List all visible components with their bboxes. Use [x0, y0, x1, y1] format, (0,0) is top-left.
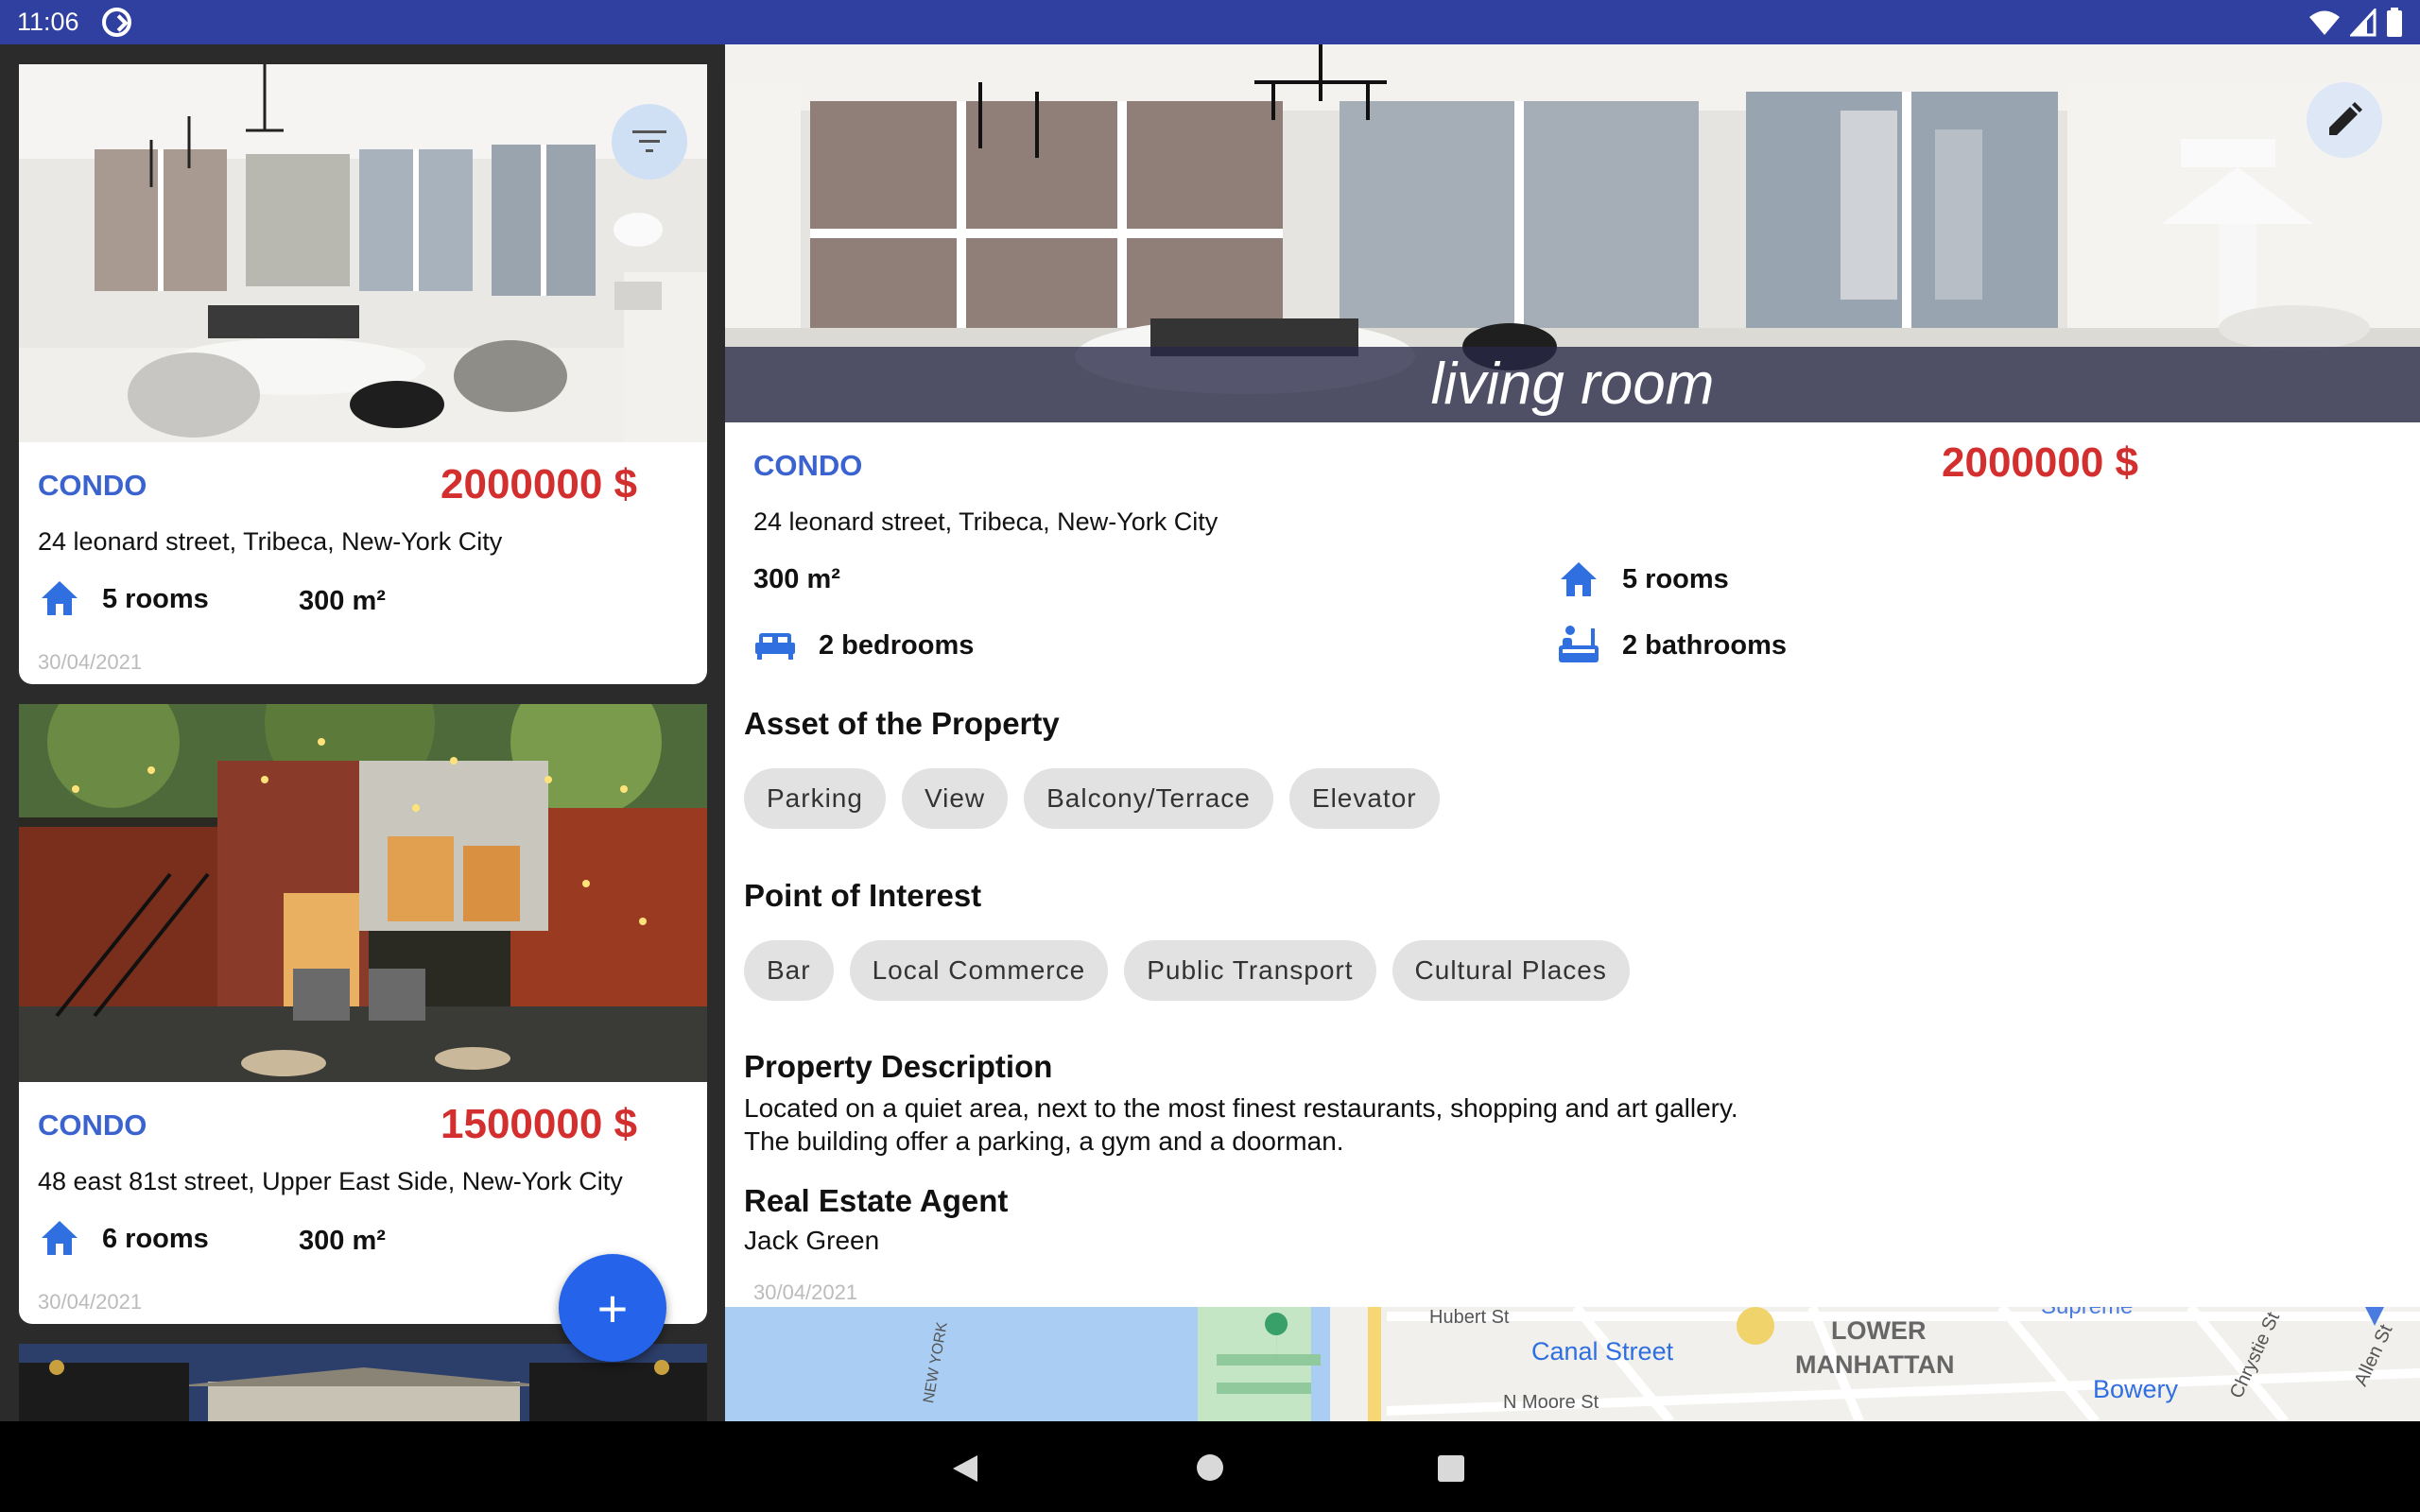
bathtub-icon: [1559, 626, 1599, 662]
property-address: 48 east 81st street, Upper East Side, Ne…: [38, 1167, 623, 1195]
wifi-icon: [2309, 10, 2340, 35]
detail-photo[interactable]: living room: [725, 44, 2420, 422]
detail-price: 2000000 $: [1942, 439, 2138, 486]
asset-chip[interactable]: Balcony/Terrace: [1024, 768, 1273, 829]
bed-icon: [755, 633, 795, 660]
filter-icon: [632, 130, 666, 152]
home-nav-icon[interactable]: [1196, 1453, 1224, 1482]
property-surface: 300 m²: [299, 1226, 386, 1256]
property-type: CONDO: [38, 469, 147, 502]
property-description: Located on a quiet area, next to the mos…: [744, 1091, 1738, 1158]
back-icon[interactable]: [951, 1453, 979, 1484]
property-card[interactable]: CONDO 1500000 $ 48 east 81st street, Upp…: [19, 704, 707, 1324]
description-title: Property Description: [744, 1049, 1053, 1084]
property-rooms: 6 rooms: [102, 1224, 209, 1254]
recents-icon[interactable]: [1437, 1454, 1465, 1483]
property-photo: [19, 64, 707, 442]
property-price: 2000000 $: [441, 461, 637, 507]
property-photo: [19, 704, 707, 1082]
description-line: Located on a quiet area, next to the mos…: [744, 1093, 1738, 1123]
card-info: CONDO 2000000 $ 24 leonard street, Tribe…: [19, 442, 707, 684]
assets-title: Asset of the Property: [744, 706, 1060, 741]
app-indicator-icon: [102, 8, 131, 37]
agent-title: Real Estate Agent: [744, 1183, 1009, 1218]
property-rooms: 5 rooms: [102, 584, 209, 614]
add-icon: +: [596, 1278, 629, 1338]
detail-bedrooms: 2 bedrooms: [819, 630, 975, 661]
navigation-bar: [0, 1421, 2420, 1512]
asset-chip[interactable]: Elevator: [1288, 768, 1440, 829]
map-label: Supreme: [2041, 1307, 2133, 1320]
property-detail[interactable]: living room CONDO 2000000 $ 24 leonard s…: [725, 44, 2420, 1421]
asset-chip[interactable]: Parking: [744, 768, 886, 829]
photo-caption: living room: [725, 347, 2420, 422]
location-map[interactable]: Hubert St Canal Street LOWER MANHATTAN N…: [725, 1307, 2420, 1421]
poi-chip[interactable]: Local Commerce: [849, 940, 1109, 1001]
property-type: CONDO: [38, 1108, 147, 1142]
poi-title: Point of Interest: [744, 878, 982, 913]
detail-address: 24 leonard street, Tribeca, New-York Cit…: [753, 507, 1219, 536]
detail-bathrooms: 2 bathrooms: [1622, 630, 1788, 661]
filter-button[interactable]: [612, 104, 687, 180]
property-surface: 300 m²: [299, 586, 386, 616]
map-label: N Moore St: [1503, 1392, 1599, 1413]
status-bar: 11:06: [0, 0, 2420, 44]
home-icon: [42, 1221, 78, 1255]
poi-chip[interactable]: Cultural Places: [1392, 940, 1630, 1001]
signal-icon: [2350, 9, 2377, 37]
detail-type: CONDO: [753, 449, 863, 482]
poi-chip[interactable]: Public Transport: [1124, 940, 1376, 1001]
property-list[interactable]: CONDO 2000000 $ 24 leonard street, Tribe…: [0, 44, 725, 1421]
detail-date: 30/04/2021: [753, 1280, 858, 1304]
map-label: Bowery: [2093, 1375, 2179, 1403]
clock: 11:06: [17, 8, 79, 36]
property-date: 30/04/2021: [38, 1290, 143, 1314]
asset-chip[interactable]: View: [901, 768, 1009, 829]
map-label: MANHATTAN: [1795, 1350, 1955, 1379]
detail-surface: 300 m²: [753, 564, 840, 594]
agent-name: Jack Green: [744, 1226, 880, 1255]
poi-chips: Bar Local Commerce Public Transport Cult…: [744, 940, 1630, 1001]
edit-pencil-icon: [2329, 102, 2362, 135]
edit-button[interactable]: [2307, 82, 2382, 158]
map-label: Canal Street: [1531, 1337, 1674, 1366]
home-icon: [42, 581, 78, 615]
property-card[interactable]: CONDO 2000000 $ 24 leonard street, Tribe…: [19, 64, 707, 684]
map-label: LOWER: [1831, 1316, 1927, 1345]
property-date: 30/04/2021: [38, 650, 143, 674]
description-line: The building offer a parking, a gym and …: [744, 1126, 1344, 1156]
property-price: 1500000 $: [441, 1101, 637, 1147]
system-icons: [2308, 8, 2403, 38]
battery-icon: [2387, 8, 2402, 37]
home-icon: [1561, 562, 1597, 596]
poi-chip[interactable]: Bar: [744, 940, 834, 1001]
add-property-button[interactable]: +: [559, 1254, 666, 1362]
detail-rooms: 5 rooms: [1622, 564, 1729, 594]
property-address: 24 leonard street, Tribeca, New-York Cit…: [38, 527, 503, 556]
assets-chips: Parking View Balcony/Terrace Elevator: [744, 768, 1440, 829]
map-label: Hubert St: [1429, 1307, 1510, 1328]
